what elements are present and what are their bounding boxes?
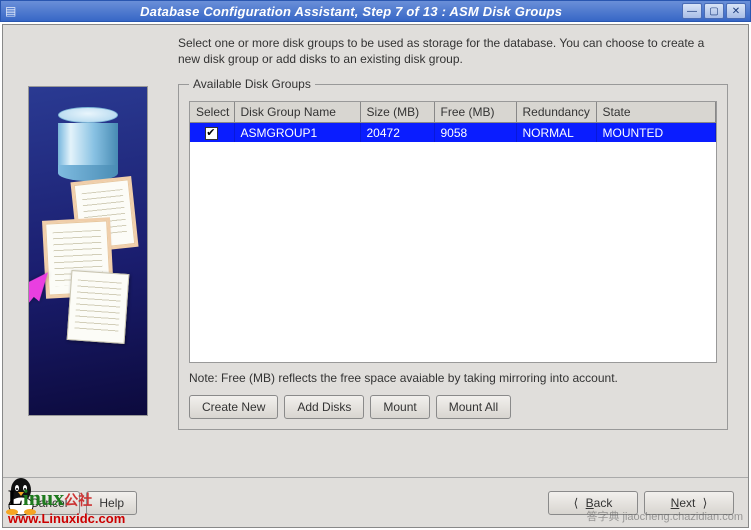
titlebar: ▤ Database Configuration Assistant, Step…	[0, 0, 751, 22]
row-free-cell: 9058	[434, 123, 516, 142]
disk-group-buttons: Create New Add Disks Mount Mount All	[189, 395, 717, 419]
wizard-footer: Cancel Help ⟨ Back Next ⟩	[3, 477, 748, 527]
row-name-cell: ASMGROUP1	[234, 123, 360, 142]
mount-button[interactable]: Mount	[370, 395, 429, 419]
database-icon	[58, 107, 118, 181]
disk-groups-table: Select Disk Group Name Size (MB) Free (M…	[190, 102, 716, 141]
col-name[interactable]: Disk Group Name	[234, 102, 360, 123]
chevron-left-icon: ⟨	[574, 496, 579, 510]
app-icon: ▤	[5, 4, 16, 18]
checkbox-icon[interactable]	[205, 127, 218, 140]
disk-groups-table-container: Select Disk Group Name Size (MB) Free (M…	[189, 101, 717, 363]
fieldset-legend: Available Disk Groups	[189, 77, 315, 91]
tux-logo-icon	[4, 476, 38, 516]
minimize-button[interactable]: —	[682, 3, 702, 19]
table-row[interactable]: ASMGROUP1 20472 9058 NORMAL MOUNTED	[190, 123, 716, 142]
main-panel: Select one or more disk groups to be use…	[173, 25, 748, 477]
help-button[interactable]: Help	[86, 491, 137, 515]
table-header-row: Select Disk Group Name Size (MB) Free (M…	[190, 102, 716, 123]
wizard-sidebar	[3, 25, 173, 477]
add-disks-button[interactable]: Add Disks	[284, 395, 364, 419]
window-frame: Select one or more disk groups to be use…	[2, 24, 749, 528]
document-icon	[67, 270, 130, 344]
row-redundancy-cell: NORMAL	[516, 123, 596, 142]
row-size-cell: 20472	[360, 123, 434, 142]
wizard-graphic	[28, 86, 148, 416]
note-text: Note: Free (MB) reflects the free space …	[189, 371, 717, 385]
next-button[interactable]: Next ⟩	[644, 491, 734, 515]
col-redundancy[interactable]: Redundancy	[516, 102, 596, 123]
instruction-text: Select one or more disk groups to be use…	[178, 35, 728, 67]
col-size[interactable]: Size (MB)	[360, 102, 434, 123]
col-free[interactable]: Free (MB)	[434, 102, 516, 123]
maximize-button[interactable]: ▢	[704, 3, 724, 19]
content-area: Select one or more disk groups to be use…	[3, 25, 748, 477]
chevron-right-icon: ⟩	[703, 496, 708, 510]
row-select-cell[interactable]	[190, 123, 234, 142]
col-state[interactable]: State	[596, 102, 716, 123]
mount-all-button[interactable]: Mount All	[436, 395, 511, 419]
close-button[interactable]: ✕	[726, 3, 746, 19]
disk-groups-fieldset: Available Disk Groups Select Disk Group …	[178, 77, 728, 430]
window-title: Database Configuration Assistant, Step 7…	[22, 4, 680, 19]
back-button[interactable]: ⟨ Back	[548, 491, 638, 515]
row-state-cell: MOUNTED	[596, 123, 716, 142]
create-new-button[interactable]: Create New	[189, 395, 278, 419]
col-select[interactable]: Select	[190, 102, 234, 123]
